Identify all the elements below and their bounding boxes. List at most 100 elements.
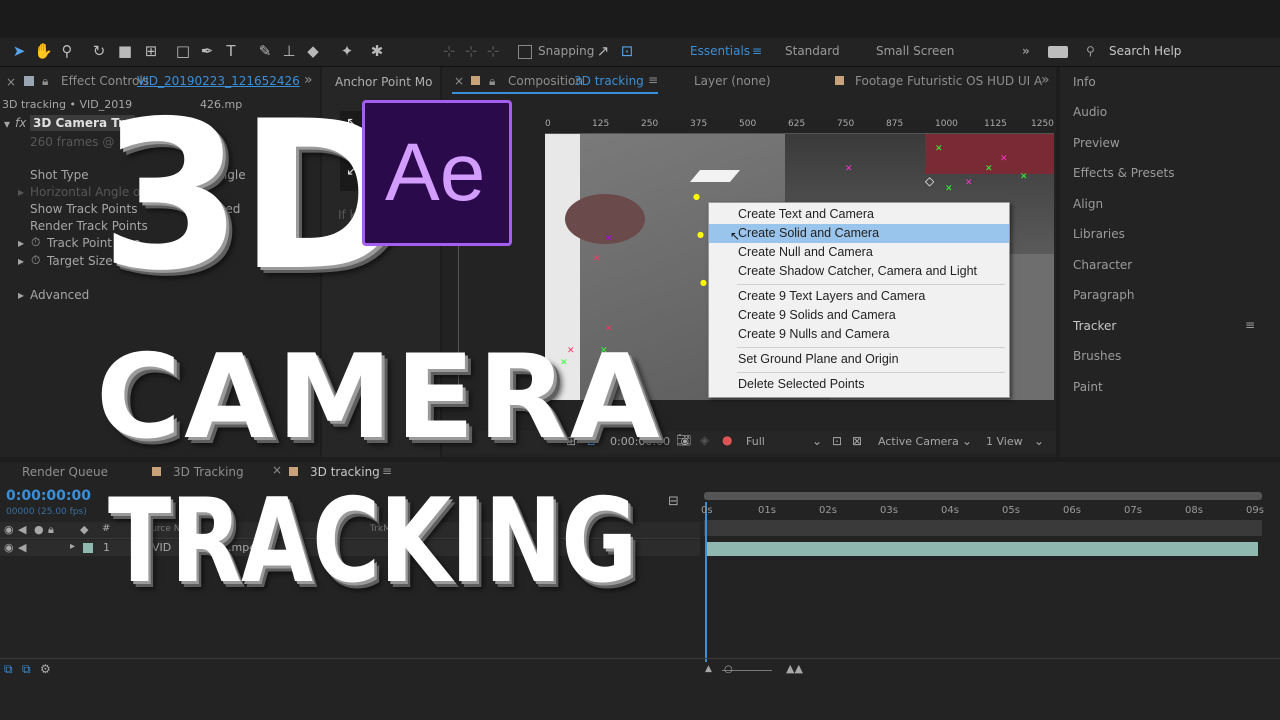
workspace-essentials[interactable]: Essentials xyxy=(690,44,750,58)
clone-stamp-tool-icon[interactable]: ⊥ xyxy=(280,42,298,60)
track-point[interactable]: ✕ xyxy=(935,144,943,154)
work-area-bar[interactable] xyxy=(704,492,1262,500)
panel-tracker[interactable]: Tracker xyxy=(1073,319,1116,333)
timeline-timecode[interactable]: 0:00:00:00 xyxy=(6,488,91,504)
zoom-slider-thumb[interactable]: ○ xyxy=(724,664,733,675)
view-axis-icon[interactable]: ⊹ xyxy=(484,42,502,60)
track-point[interactable]: ● xyxy=(697,230,704,239)
stopwatch-icon[interactable]: ⏱ xyxy=(31,253,40,268)
transparency-grid-icon[interactable]: ⊠ xyxy=(852,434,862,448)
show-snapshot-icon[interactable]: ◈ xyxy=(700,433,709,447)
menu-item-create-9-text-layers[interactable]: Create 9 Text Layers and Camera xyxy=(709,287,1009,306)
close-icon[interactable]: × xyxy=(6,75,16,89)
rotate-tool-icon[interactable]: ↻ xyxy=(90,42,108,60)
layer-tab[interactable]: Layer (none) xyxy=(694,74,771,88)
fx-icon[interactable]: fx xyxy=(15,116,26,130)
tab-menu-icon[interactable]: ≡ xyxy=(648,73,658,87)
audio-icon[interactable]: ◀ xyxy=(18,541,26,554)
rectangle-tool-icon[interactable]: □ xyxy=(174,42,192,60)
target-icon[interactable]: ◇ xyxy=(925,174,934,188)
panel-audio[interactable]: Audio xyxy=(1073,105,1107,119)
panel-brushes[interactable]: Brushes xyxy=(1073,349,1121,363)
composition-tab-name[interactable]: 3D tracking xyxy=(574,74,644,88)
camera-view-select[interactable]: Active Camera xyxy=(878,435,959,448)
selection-tool-icon[interactable]: ➤ xyxy=(10,42,28,60)
zoom-tool-icon[interactable]: ⚲ xyxy=(58,42,76,60)
resolution-select[interactable]: Full xyxy=(746,435,765,448)
world-axis-icon[interactable]: ⊹ xyxy=(462,42,480,60)
color-channels-icon[interactable]: ● xyxy=(722,433,732,447)
lock-icon[interactable]: 🔒︎ xyxy=(48,523,54,537)
puppet-tool-icon[interactable]: ✱ xyxy=(368,42,386,60)
expand-arrow-icon[interactable]: ▸ xyxy=(18,254,24,268)
lock-icon[interactable]: 🔒︎ xyxy=(42,74,48,89)
audio-icon[interactable]: ◀ xyxy=(18,523,26,536)
region-of-interest-icon[interactable]: ⊡ xyxy=(832,434,842,448)
more-workspaces-icon[interactable]: » xyxy=(1022,44,1030,58)
camera-tool-icon[interactable]: ■ xyxy=(116,42,134,60)
chevron-down-icon[interactable]: ⌄ xyxy=(962,434,972,448)
hand-tool-icon[interactable]: ✋ xyxy=(34,42,53,60)
snap-features-icon[interactable]: ⊡ xyxy=(618,42,636,60)
twirl-down-icon[interactable]: ▾ xyxy=(4,117,10,131)
tab-render-queue[interactable]: Render Queue xyxy=(22,465,108,479)
snapshot-camera-icon[interactable]: 📷︎ xyxy=(676,433,691,447)
panel-info[interactable]: Info xyxy=(1073,75,1096,89)
stopwatch-icon[interactable]: ⏱ xyxy=(31,235,40,250)
workspace-small-screen[interactable]: Small Screen xyxy=(876,44,954,58)
panel-preview[interactable]: Preview xyxy=(1073,136,1120,150)
expand-arrow-icon[interactable]: ▸ xyxy=(70,541,75,552)
panel-menu-icon[interactable]: ≡ xyxy=(1245,318,1255,332)
solo-icon[interactable]: ● xyxy=(34,523,44,536)
menu-item-create-9-solids[interactable]: Create 9 Solids and Camera xyxy=(709,306,1009,325)
track-point[interactable]: ✕ xyxy=(845,164,853,174)
type-tool-icon[interactable]: T xyxy=(222,42,240,60)
track-point[interactable]: ✕ xyxy=(985,164,993,174)
track-point[interactable]: ● xyxy=(693,192,700,201)
expand-arrow-icon[interactable]: ▸ xyxy=(18,288,24,302)
snap-edges-icon[interactable]: ↗ xyxy=(594,42,612,60)
pan-behind-tool-icon[interactable]: ⊞ xyxy=(142,42,160,60)
layer-duration-bar[interactable] xyxy=(706,542,1258,556)
close-icon[interactable]: × xyxy=(454,74,464,88)
panel-paragraph[interactable]: Paragraph xyxy=(1073,288,1134,302)
track-point[interactable]: ✕ xyxy=(945,184,953,194)
expand-arrow-icon[interactable]: ▸ xyxy=(18,236,24,250)
search-help-input[interactable]: Search Help xyxy=(1109,44,1181,58)
layer-label-color[interactable] xyxy=(83,543,93,553)
snapping-checkbox[interactable] xyxy=(518,45,532,59)
zoom-in-icon[interactable]: ▲▲ xyxy=(786,662,803,675)
chevron-down-icon[interactable]: ⌄ xyxy=(812,434,822,448)
workspace-standard[interactable]: Standard xyxy=(785,44,840,58)
panel-expand-icon[interactable]: » xyxy=(1041,72,1050,88)
track-point[interactable]: ✕ xyxy=(965,178,973,188)
roto-brush-tool-icon[interactable]: ✦ xyxy=(338,42,356,60)
local-axis-icon[interactable]: ⊹ xyxy=(440,42,458,60)
current-time-indicator[interactable] xyxy=(705,502,707,662)
panel-character[interactable]: Character xyxy=(1073,258,1132,272)
panel-paint[interactable]: Paint xyxy=(1073,380,1103,394)
menu-item-create-9-nulls[interactable]: Create 9 Nulls and Camera xyxy=(709,325,1009,344)
track-point[interactable]: ✕ xyxy=(1020,172,1028,182)
expand-arrow-icon[interactable]: ▸ xyxy=(18,185,24,199)
graph-editor-icon[interactable]: ⊟ xyxy=(668,494,679,509)
lock-icon[interactable]: 🔒︎ xyxy=(489,74,495,89)
workspace-menu-icon[interactable]: ≡ xyxy=(752,44,762,58)
menu-item-set-ground-plane[interactable]: Set Ground Plane and Origin xyxy=(709,350,1009,369)
footage-tab[interactable]: Footage Futuristic OS HUD UI A xyxy=(855,74,1042,88)
settings-icon[interactable]: ⚙ xyxy=(40,662,51,676)
chevron-down-icon[interactable]: ⌄ xyxy=(1034,434,1044,448)
menu-item-create-solid-and-camera[interactable]: Create Solid and Camera xyxy=(709,224,1009,243)
view-layout-select[interactable]: 1 View xyxy=(986,435,1023,448)
label-icon[interactable]: ◆ xyxy=(80,523,88,536)
sync-settings-icon[interactable] xyxy=(1048,46,1068,58)
eraser-tool-icon[interactable]: ◆ xyxy=(304,42,322,60)
switches-icon[interactable]: ⧉ xyxy=(22,662,31,677)
track-point[interactable]: ✕ xyxy=(605,234,613,244)
menu-item-create-null-and-camera[interactable]: Create Null and Camera xyxy=(709,243,1009,262)
visibility-icon[interactable]: ◉ xyxy=(4,523,14,536)
track-point[interactable]: ● xyxy=(700,278,707,287)
panel-align[interactable]: Align xyxy=(1073,197,1103,211)
brush-tool-icon[interactable]: ✎ xyxy=(256,42,274,60)
zoom-out-icon[interactable]: ▲ xyxy=(705,664,712,674)
